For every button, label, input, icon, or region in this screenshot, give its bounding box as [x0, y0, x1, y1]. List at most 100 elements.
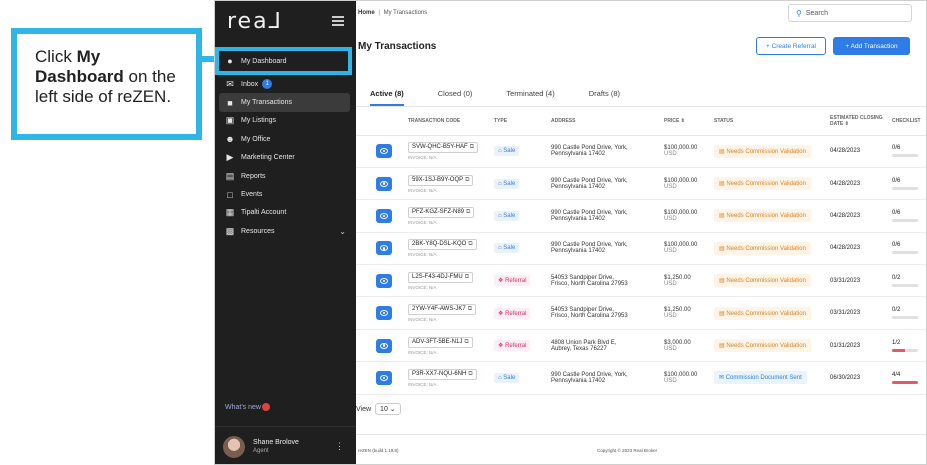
- search-placeholder: Search: [805, 9, 829, 17]
- status-text: Needs Commission Validation: [726, 181, 806, 188]
- transaction-code[interactable]: PFZ-KGZ-SFZ-N89 ⧉: [408, 206, 475, 218]
- status-text: Needs Commission Validation: [726, 245, 806, 252]
- title-row: My Transactions + Create Referral + Add …: [356, 25, 926, 67]
- closing-date: 04/28/2023: [830, 180, 861, 187]
- user-name: Shane Brolove: [253, 439, 299, 446]
- copy-icon[interactable]: ⧉: [465, 274, 469, 280]
- copy-icon[interactable]: ⧉: [470, 144, 474, 150]
- type-badge: ⌂ Sale: [494, 210, 520, 221]
- chevron-down-icon: ⌄: [339, 226, 346, 236]
- page-size-select[interactable]: 10 ⌄: [375, 403, 401, 415]
- view-transaction-button[interactable]: [376, 370, 392, 385]
- address-line-2: Frisco, North Carolina 27953: [551, 280, 628, 287]
- eye-icon: [380, 310, 388, 317]
- table-row[interactable]: SVW-QHC-B5Y-HAF ⧉ INVOICE: N/A ⌂ Sale 990 Ca…: [356, 135, 926, 168]
- transaction-code-text: P3R-XX7-NQU-6NH: [412, 370, 467, 377]
- topbar: Home | My Transactions ⚲ Search: [356, 1, 926, 25]
- table-row[interactable]: 2BK-Y8Q-DSL-KQO ⧉ INVOICE: N/A ⌂ Sale 990 Ca…: [356, 232, 926, 266]
- sidebar-nav: ● My Dashboard ✉ Inbox 1 ■ My Transactio…: [215, 47, 356, 241]
- sidebar-item-events[interactable]: □ Events: [215, 185, 356, 203]
- copy-icon[interactable]: ⧉: [468, 241, 472, 247]
- checklist-count: 1/2: [892, 339, 901, 346]
- sidebar-item-marketing-center[interactable]: ▶ Marketing Center: [215, 149, 356, 167]
- view-transaction-button[interactable]: [376, 241, 392, 256]
- view-transaction-button[interactable]: [376, 306, 392, 321]
- tab-drafts[interactable]: Drafts (8): [589, 89, 620, 106]
- sidebar-item-my-listings[interactable]: ▣ My Listings: [215, 112, 356, 130]
- column-header[interactable]: PRICE ⇕: [664, 107, 714, 136]
- transaction-code[interactable]: SVW-QHC-B5Y-HAF ⧉: [408, 142, 478, 154]
- real-logo: rea⅃: [227, 8, 283, 34]
- status-icon: ✉: [719, 375, 725, 382]
- sidebar-item-my-transactions[interactable]: ■ My Transactions: [219, 93, 350, 112]
- price-currency: USD: [664, 377, 677, 384]
- table-row[interactable]: 59X-1SJ-B9Y-OQP ⧉ INVOICE: N/A ⌂ Sale 990 Ca…: [356, 167, 926, 201]
- tab-terminated[interactable]: Terminated (4): [506, 89, 554, 106]
- status-icon: ▤: [719, 213, 725, 220]
- breadcrumb-home[interactable]: Home: [358, 10, 375, 16]
- add-transaction-button[interactable]: + Add Transaction: [833, 37, 910, 55]
- column-header[interactable]: ESTIMATED CLOSING DATE ⇕: [830, 107, 892, 136]
- closing-date: 06/30/2023: [830, 374, 861, 381]
- search-input[interactable]: ⚲ Search: [788, 4, 912, 22]
- column-header: STATUS: [714, 107, 830, 136]
- checklist-count: 0/6: [892, 242, 901, 249]
- sidebar-item-label: Inbox: [241, 80, 259, 88]
- sidebar-item-inbox[interactable]: ✉ Inbox 1: [215, 75, 356, 93]
- transaction-code[interactable]: 2BK-Y8Q-DSL-KQO ⧉: [408, 239, 477, 251]
- table-row[interactable]: PFZ-KGZ-SFZ-N89 ⧉ INVOICE: N/A ⌂ Sale 990 Ca…: [356, 199, 926, 233]
- view-transaction-button[interactable]: [376, 176, 392, 191]
- tab-closed[interactable]: Closed (0): [438, 89, 473, 106]
- hamburger-menu-icon[interactable]: [332, 16, 344, 26]
- table-row[interactable]: L2S-F43-4DJ-FMU ⧉ INVOICE: N/A ❖ Referral 54…: [356, 264, 926, 298]
- sidebar-item-reports[interactable]: ▤ Reports: [215, 167, 356, 185]
- copy-icon[interactable]: ⧉: [464, 339, 468, 345]
- table-row[interactable]: ADV-3FT-5BE-N1J ⧉ INVOICE: N/A ❖ Referral 48…: [356, 329, 926, 363]
- create-referral-button[interactable]: + Create Referral: [756, 37, 826, 55]
- sidebar-item-my-office[interactable]: ☻ My Office: [215, 130, 356, 148]
- account-icon: ▦: [225, 207, 235, 218]
- closing-date: 01/31/2023: [830, 342, 861, 349]
- table-row[interactable]: P3R-XX7-NQU-6NH ⧉ INVOICE: N/A ⌂ Sale 990 Ca…: [356, 361, 926, 395]
- report-icon: ▤: [225, 170, 235, 181]
- status-badge: ▤ Needs Commission Validation: [714, 241, 811, 255]
- transaction-code[interactable]: ADV-3FT-5BE-N1J ⧉: [408, 336, 473, 348]
- transaction-code[interactable]: 2YW-Y4F-AWS-JK7 ⧉: [408, 304, 476, 316]
- table-row[interactable]: 2YW-Y4F-AWS-JK7 ⧉ INVOICE: N/A ❖ Referral 54…: [356, 296, 926, 330]
- breadcrumb: Home | My Transactions: [356, 10, 427, 16]
- view-transaction-button[interactable]: [376, 273, 392, 288]
- status-icon: ▤: [719, 310, 725, 317]
- view-transaction-button[interactable]: [376, 338, 392, 353]
- transaction-code[interactable]: P3R-XX7-NQU-6NH ⧉: [408, 368, 477, 380]
- whats-new-label: What's new: [225, 403, 261, 411]
- eye-icon: [380, 245, 388, 252]
- transaction-code-text: L2S-F43-4DJ-FMU: [412, 273, 463, 280]
- status-icon: ▤: [719, 148, 725, 155]
- breadcrumb-separator: |: [378, 10, 380, 16]
- sidebar-item-tipalti-account[interactable]: ▦ Tipalti Account: [215, 204, 356, 222]
- transaction-code[interactable]: 59X-1SJ-B9Y-OQP ⧉: [408, 174, 474, 186]
- copy-icon[interactable]: ⧉: [468, 371, 472, 377]
- transaction-code[interactable]: L2S-F43-4DJ-FMU ⧉: [408, 271, 473, 283]
- inbox-icon: ✉: [226, 78, 234, 89]
- eye-icon: [380, 374, 388, 381]
- copy-icon[interactable]: ⧉: [468, 306, 472, 312]
- whats-new-link[interactable]: What's new: [225, 403, 270, 411]
- view-transaction-button[interactable]: [376, 208, 392, 223]
- user-profile[interactable]: Shane Brolove Agent ⋮: [215, 426, 356, 464]
- sidebar-item-label: Events: [241, 191, 263, 199]
- copy-icon[interactable]: ⧉: [466, 209, 470, 215]
- status-text: Commission Document Sent: [725, 375, 802, 382]
- copy-icon[interactable]: ⧉: [465, 177, 469, 183]
- kebab-menu-icon[interactable]: ⋮: [335, 441, 344, 452]
- invoice-label: INVOICE: N/A: [408, 381, 437, 387]
- type-icon: ❖: [498, 343, 504, 350]
- sidebar-item-my-dashboard[interactable]: ● My Dashboard: [215, 47, 352, 75]
- eye-icon: [380, 277, 388, 284]
- checklist-count: 4/4: [892, 371, 901, 378]
- sidebar-item-resources[interactable]: ▩ Resources ⌄: [215, 222, 356, 240]
- checklist-progress-bar: [892, 283, 918, 287]
- tab-active[interactable]: Active (8): [370, 89, 404, 106]
- view-transaction-button[interactable]: [376, 144, 392, 159]
- checklist-count: 0/2: [892, 307, 901, 314]
